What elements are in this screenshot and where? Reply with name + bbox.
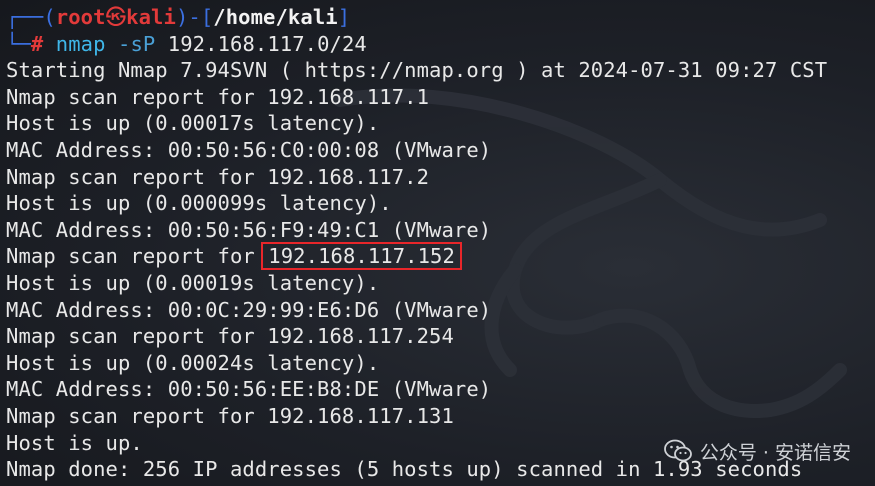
host2-status: Host is up (0.000099s latency). — [6, 191, 392, 216]
prompt-corner-bottom: └─ — [6, 31, 31, 56]
host2-mac: MAC Address: 00:50:56:F9:49:C1 (VMware) — [6, 217, 492, 242]
command-binary: nmap — [55, 31, 106, 56]
terminal-window[interactable]: ┌──(root㉿kali)-[/home/kali] └─# nmap -sP… — [0, 0, 875, 486]
command-line[interactable]: └─# nmap -sP 192.168.117.0/24 — [6, 31, 875, 58]
wechat-watermark: 公众号 · 安诺信安 — [663, 437, 851, 465]
prompt-path: /home/kali — [213, 5, 338, 29]
prompt-user: root — [55, 5, 106, 29]
command-argument: 192.168.117.0/24 — [167, 31, 367, 56]
highlighted-target-ip: 192.168.117.152 — [261, 242, 462, 271]
watermark-text: 公众号 · 安诺信安 — [699, 441, 851, 464]
host1-mac: MAC Address: 00:50:56:C0:00:08 (VMware) — [6, 137, 492, 162]
output-start: Starting Nmap 7.94SVN ( https://nmap.org… — [6, 58, 828, 83]
host1-report: Nmap scan report for 192.168.117.1 — [6, 84, 430, 109]
host3-status: Host is up (0.00019s latency). — [6, 270, 380, 295]
prompt-skull-icon: ㉿ — [105, 5, 127, 29]
prompt-close: ] — [337, 5, 351, 29]
prompt-separator: )-[ — [175, 5, 214, 29]
command-flag: -sP — [118, 31, 156, 56]
prompt-corner: ┌──( — [6, 5, 56, 29]
host1-status: Host is up (0.00017s latency). — [6, 111, 380, 136]
terminal-output: ┌──(root㉿kali)-[/home/kali] └─# nmap -sP… — [6, 4, 875, 483]
host4-mac: MAC Address: 00:50:56:EE:B8:DE (VMware) — [6, 377, 492, 402]
host3-report-prefix: Nmap scan report for — [6, 244, 268, 269]
prompt-hash: # — [30, 31, 56, 56]
host3-report: Nmap scan report for 192.168.117.152 — [6, 242, 875, 271]
host3-mac: MAC Address: 00:0C:29:99:E6:D6 (VMware) — [6, 297, 492, 322]
host4-status: Host is up (0.00024s latency). — [6, 350, 380, 375]
prompt-host: kali — [126, 5, 176, 29]
host2-report: Nmap scan report for 192.168.117.2 — [6, 164, 430, 189]
host5-report: Nmap scan report for 192.168.117.131 — [6, 403, 454, 428]
prompt-line: ┌──(root㉿kali)-[/home/kali] — [6, 4, 875, 31]
host4-report: Nmap scan report for 192.168.117.254 — [6, 324, 454, 349]
wechat-icon — [663, 439, 692, 462]
